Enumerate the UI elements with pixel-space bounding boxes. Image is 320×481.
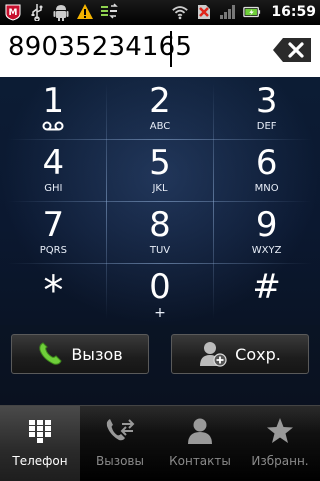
tab-calls[interactable]: Вызовы: [80, 406, 160, 481]
key-8[interactable]: 8 TUV: [107, 201, 214, 263]
save-label: Сохр.: [235, 344, 281, 364]
key-digit: 6: [255, 143, 278, 183]
text-cursor: [170, 31, 172, 67]
tab-label: Избранн.: [251, 454, 309, 468]
key-6[interactable]: 6 MNO: [213, 139, 320, 201]
key-letters: JKL: [152, 183, 168, 194]
dialpad-icon: [25, 416, 55, 446]
sync-icon: [100, 3, 118, 21]
no-sim-icon: [195, 3, 213, 21]
key-9[interactable]: 9 WXYZ: [213, 201, 320, 263]
call-button[interactable]: Вызов: [11, 334, 149, 374]
key-letters: ABC: [149, 121, 171, 132]
key-7[interactable]: 7 PQRS: [0, 201, 107, 263]
key-letters: GHI: [44, 183, 63, 194]
key-1[interactable]: 1: [0, 77, 107, 139]
tab-label: Контакты: [169, 454, 231, 468]
call-label: Вызов: [71, 344, 123, 364]
key-digit: 1: [42, 81, 65, 121]
key-letters: DEF: [256, 121, 277, 132]
key-3[interactable]: 3 DEF: [213, 77, 320, 139]
key-digit: 7: [42, 205, 65, 245]
tab-label: Телефон: [12, 454, 68, 468]
backspace-icon: [273, 38, 311, 62]
backspace-button[interactable]: [270, 35, 314, 65]
dialed-number: 89035234165: [8, 32, 193, 62]
dialpad: 1 2 ABC 3 DEF 4 GHI 5 JKL 6 MNO 7 PQRS 8…: [0, 77, 320, 325]
number-display[interactable]: 89035234165: [0, 25, 320, 78]
phone-icon: [39, 342, 62, 365]
tab-bar: Телефон Вызовы Контакты Избранн.: [0, 405, 320, 481]
key-digit: *: [43, 268, 64, 314]
key-star[interactable]: *: [0, 263, 107, 325]
svg-text:M: M: [9, 8, 18, 18]
key-5[interactable]: 5 JKL: [107, 139, 214, 201]
action-bar: Вызов Сохр.: [0, 325, 320, 405]
tab-label: Вызовы: [96, 454, 144, 468]
key-digit: 4: [42, 143, 65, 183]
tab-contacts[interactable]: Контакты: [160, 406, 240, 481]
add-contact-icon: [200, 342, 227, 367]
key-letters: MNO: [254, 183, 279, 194]
key-2[interactable]: 2 ABC: [107, 77, 214, 139]
android-debug-icon: [52, 3, 70, 21]
wifi-icon: [171, 3, 189, 21]
usb-icon: [28, 3, 46, 21]
key-digit: 5: [149, 143, 171, 183]
call-log-icon: [105, 416, 135, 446]
key-0[interactable]: 0 +: [107, 263, 214, 325]
key-letters: TUV: [149, 245, 171, 256]
battery-icon: [243, 3, 261, 21]
tab-favorites[interactable]: Избранн.: [240, 406, 320, 481]
key-digit: 3: [255, 81, 278, 121]
mcafee-icon: M: [4, 3, 22, 21]
star-icon: [265, 416, 295, 446]
key-4[interactable]: 4 GHI: [0, 139, 107, 201]
key-letters: PQRS: [39, 245, 67, 256]
key-digit: 8: [149, 205, 171, 245]
warning-icon: [76, 3, 94, 21]
key-letters: WXYZ: [251, 245, 282, 256]
key-letters: +: [154, 305, 166, 321]
key-hash[interactable]: #: [213, 263, 320, 325]
key-digit: 9: [255, 205, 278, 245]
contacts-icon: [185, 416, 215, 446]
voicemail-icon: [42, 121, 64, 135]
save-contact-button[interactable]: Сохр.: [171, 334, 309, 374]
key-digit: 0: [149, 267, 171, 307]
clock: 16:59: [271, 4, 316, 20]
status-bar: M 16:59: [0, 0, 320, 26]
signal-icon: [219, 3, 237, 21]
key-digit: #: [252, 267, 281, 307]
key-digit: 2: [149, 81, 171, 121]
tab-phone[interactable]: Телефон: [0, 406, 80, 481]
